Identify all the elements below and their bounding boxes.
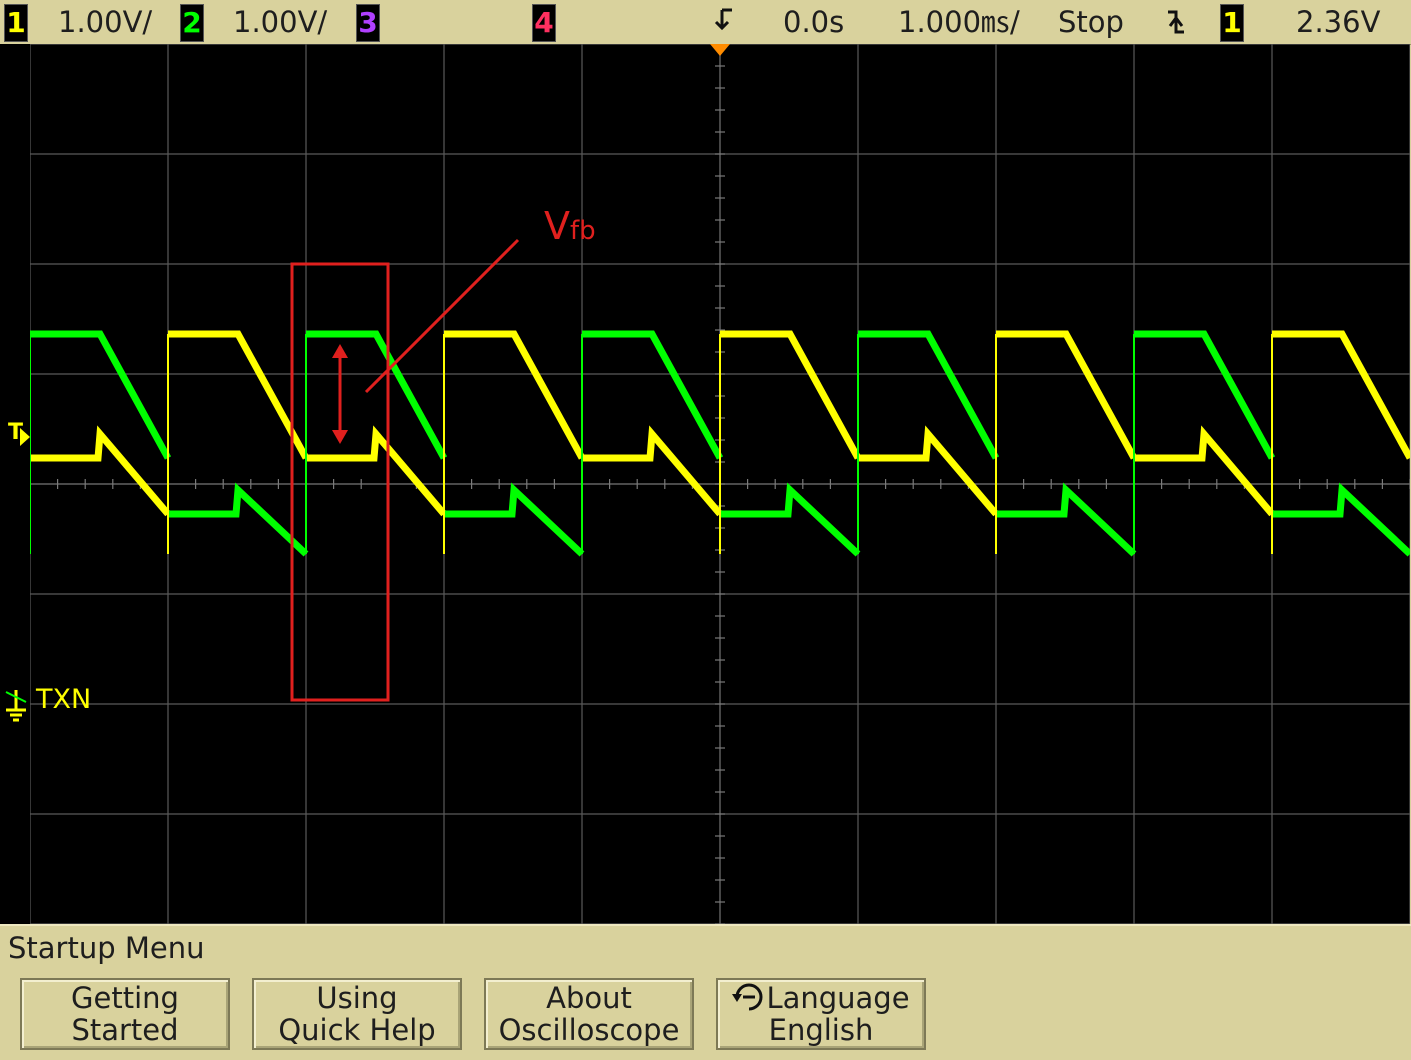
button-label-line2: Quick Help	[278, 1013, 436, 1047]
marker-strip: T	[0, 44, 30, 924]
rotate-knob-icon	[732, 983, 763, 1011]
delay-marker-icon	[708, 2, 736, 38]
button-label-line1: About	[546, 981, 632, 1015]
run-state[interactable]: Stop	[1058, 4, 1124, 40]
ch3-number: 3	[358, 6, 378, 39]
ch1-trace-segment	[582, 425, 723, 517]
ground-label: TXN	[36, 684, 92, 715]
quick-help-button[interactable]: Using Quick Help	[252, 978, 462, 1050]
vfb-annotation-label: Vfb	[544, 204, 596, 248]
button-label-line2: English	[768, 1013, 874, 1047]
waveform-graticule	[30, 44, 1410, 924]
ch2-trace-segment	[720, 482, 861, 557]
button-label-line1: Language	[766, 981, 910, 1015]
timebase-value: 1.000㎳/	[898, 5, 1020, 39]
language-button[interactable]: Language English	[716, 978, 926, 1050]
ch1-trace-segment	[306, 425, 447, 517]
trigger-level: 2.36V	[1296, 5, 1381, 39]
arrow-head-down-icon	[332, 430, 348, 444]
ch1-trace-segment	[720, 330, 862, 460]
falling-edge-trigger-icon	[1164, 4, 1188, 40]
trigger-position-marker	[710, 44, 730, 56]
ch1-trace-segment	[444, 330, 586, 460]
ch1-trace-segment	[1134, 425, 1275, 517]
ch1-indicator[interactable]: 1	[4, 4, 28, 42]
ch4-number: 4	[534, 6, 554, 39]
ch1-trace-segment	[996, 330, 1138, 460]
ch1-number: 1	[6, 6, 26, 39]
ch4-indicator[interactable]: 4	[532, 4, 556, 42]
vfb-label-main: V	[544, 204, 570, 248]
status-bar: 1 1.00V/ 2 1.00V/ 3 4 0.0s 1.000㎳/ Stop …	[0, 0, 1411, 45]
trigger-source-indicator[interactable]: 1	[1220, 4, 1244, 42]
ch2-trace-segment	[1272, 482, 1410, 557]
ch1-scale: 1.00V/	[58, 5, 153, 39]
vfb-label-sub: fb	[570, 216, 596, 246]
button-label-line1: Getting	[71, 981, 179, 1015]
button-label-line2: Oscilloscope	[498, 1013, 680, 1047]
ch2-trace-segment	[444, 482, 585, 557]
trigger-arrow-icon	[20, 428, 30, 446]
ch2-number: 2	[182, 6, 202, 39]
trigger-source: 1	[1222, 6, 1242, 39]
ch3-indicator[interactable]: 3	[356, 4, 380, 42]
button-label-line2: Started	[71, 1013, 179, 1047]
waveform-display[interactable]: TXN Vfb	[30, 44, 1410, 924]
softkey-menu: Startup Menu Getting Started Using Quick…	[0, 924, 1411, 1060]
getting-started-button[interactable]: Getting Started	[20, 978, 230, 1050]
button-label-line1: Using	[316, 981, 398, 1015]
menu-title: Startup Menu	[8, 931, 205, 965]
arrow-head-up-icon	[332, 344, 348, 358]
ch2-trace-segment	[168, 482, 309, 557]
ch2-trace-segment	[996, 482, 1137, 557]
ch1-trace-segment	[858, 425, 999, 517]
ch2-scale: 1.00V/	[233, 5, 328, 39]
ground-reference-icon	[5, 690, 27, 722]
ch1-trace-segment	[168, 330, 310, 460]
ch1-trace-segment	[30, 425, 171, 517]
ch1-trace-segment	[1272, 330, 1410, 460]
delay-value: 0.0s	[783, 5, 845, 39]
ch2-indicator[interactable]: 2	[180, 4, 204, 42]
about-oscilloscope-button[interactable]: About Oscilloscope	[484, 978, 694, 1050]
